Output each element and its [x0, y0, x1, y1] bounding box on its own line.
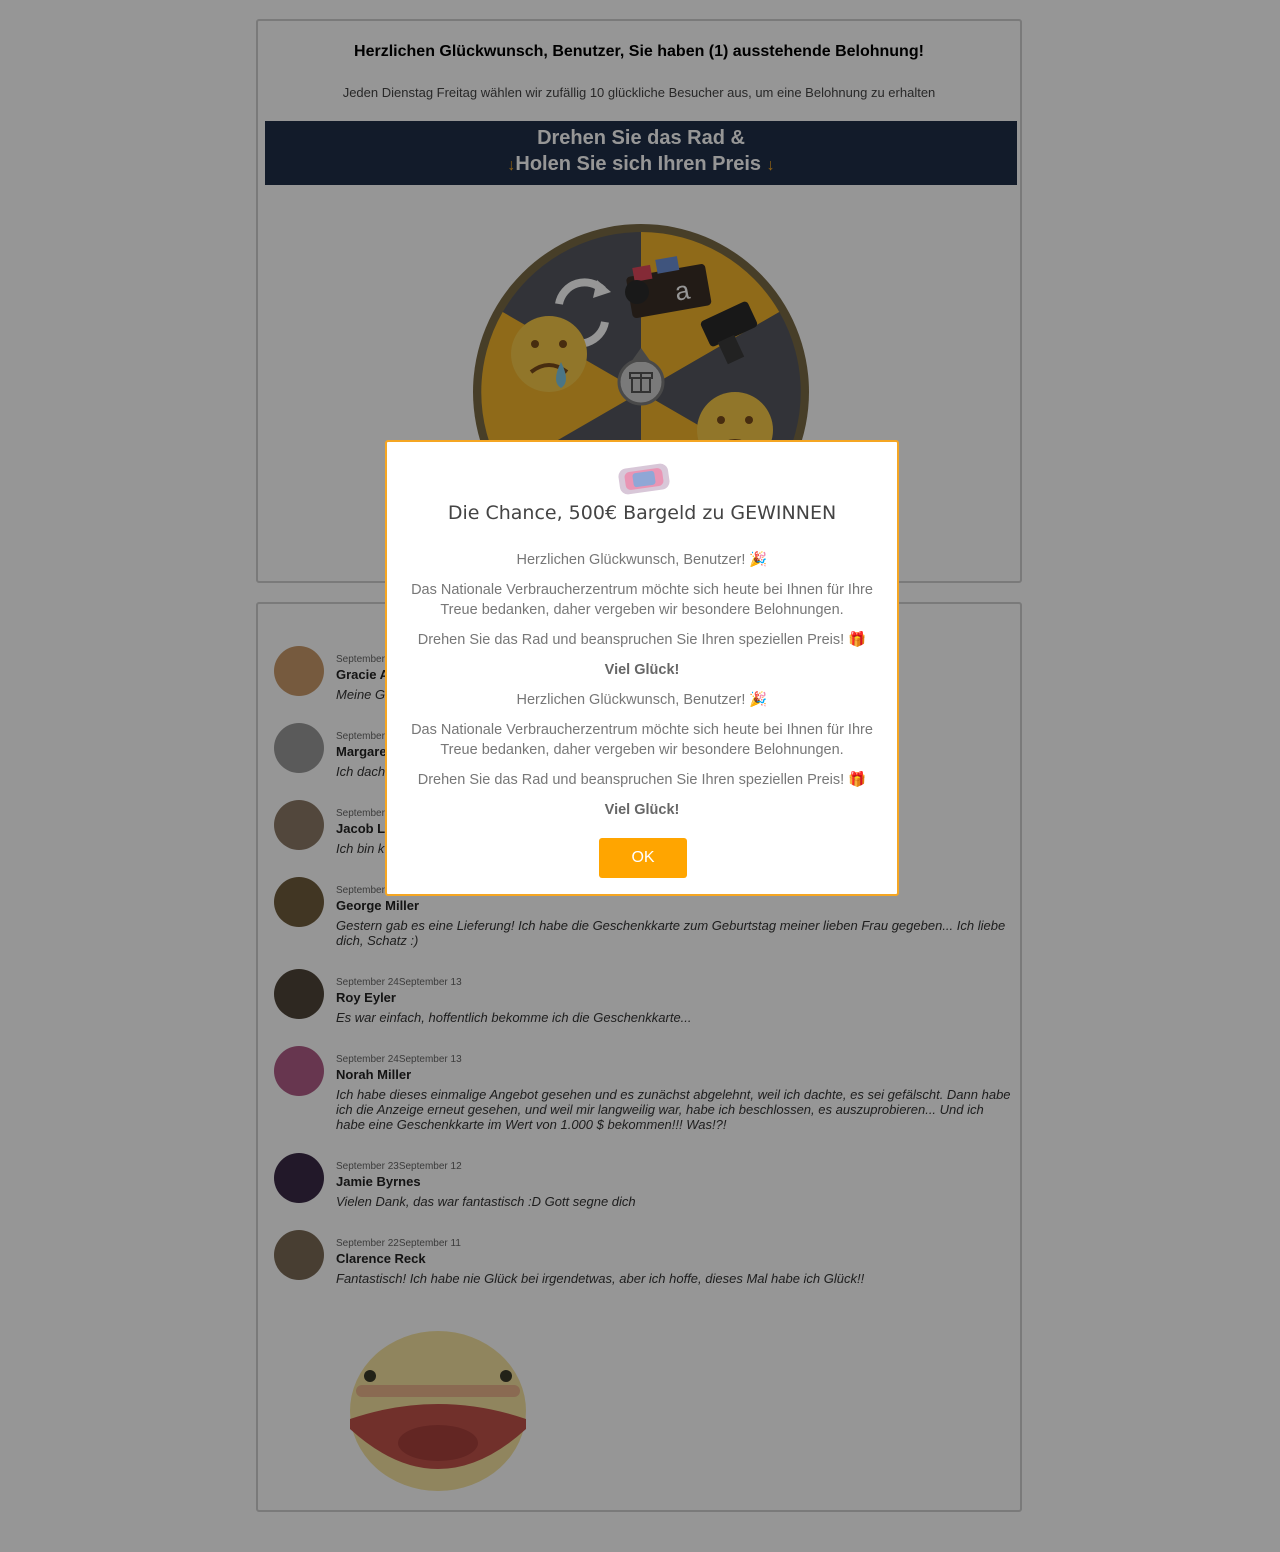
modal-message-2: Das Nationale Verbraucherzentrum möchte …	[411, 722, 873, 758]
modal-good-luck: Viel Glück!	[604, 662, 680, 678]
prize-modal: Die Chance, 500€ Bargeld zu GEWINNEN Her…	[385, 440, 899, 896]
modal-congrats: Herzlichen Glückwunsch, Benutzer! 🎉	[516, 552, 768, 568]
modal-instruction-2: Drehen Sie das Rad und beanspruchen Sie …	[417, 772, 867, 788]
ok-button[interactable]: OK	[599, 838, 687, 878]
modal-message: Das Nationale Verbraucherzentrum möchte …	[411, 582, 873, 618]
modal-congrats-2: Herzlichen Glückwunsch, Benutzer! 🎉	[516, 692, 768, 708]
modal-good-luck-2: Viel Glück!	[604, 802, 680, 818]
cash-bundle-icon	[618, 463, 670, 495]
modal-title: Die Chance, 500€ Bargeld zu GEWINNEN	[447, 502, 837, 524]
modal-instruction: Drehen Sie das Rad und beanspruchen Sie …	[417, 632, 867, 648]
